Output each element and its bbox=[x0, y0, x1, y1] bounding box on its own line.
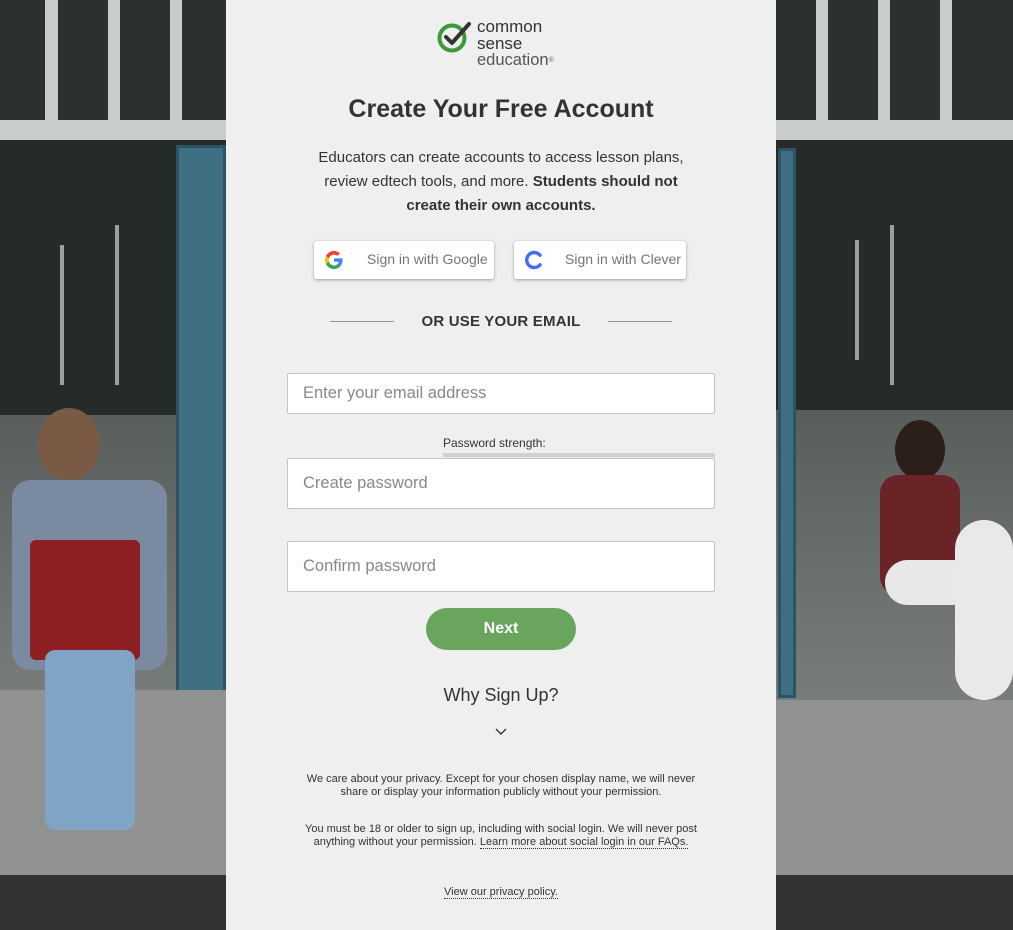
registered-mark: ® bbox=[548, 57, 554, 64]
privacy-note: We care about your privacy. Except for y… bbox=[306, 773, 696, 798]
create-password-input[interactable] bbox=[287, 458, 715, 509]
logo-line-education: education bbox=[477, 51, 549, 69]
window-right bbox=[776, 0, 1013, 140]
age-note: You must be 18 or older to sign up, incl… bbox=[301, 823, 701, 849]
intro-text: Educators can create accounts to access … bbox=[301, 146, 701, 218]
child-right-head bbox=[895, 420, 945, 480]
divider-line-right bbox=[608, 321, 672, 322]
why-sign-up-toggle[interactable]: Why Sign Up? bbox=[226, 685, 776, 706]
checkmark-circle-icon bbox=[437, 22, 471, 53]
privacy-policy-link[interactable]: View our privacy policy. bbox=[444, 886, 558, 899]
sign-in-google-button[interactable]: Sign in with Google bbox=[314, 241, 494, 279]
clever-c-icon bbox=[525, 250, 542, 270]
divider-text: OR USE YOUR EMAIL bbox=[421, 313, 581, 330]
privacy-policy: View our privacy policy. bbox=[226, 886, 776, 899]
logo-wordmark: common sense education® bbox=[477, 18, 554, 69]
child-left-head bbox=[38, 408, 100, 480]
chevron-down-icon[interactable] bbox=[494, 727, 508, 737]
google-button-label: Sign in with Google bbox=[367, 251, 488, 267]
doorway-right bbox=[776, 140, 1013, 410]
sign-in-clever-button[interactable]: Sign in with Clever bbox=[514, 241, 686, 279]
password-strength-meter bbox=[443, 453, 715, 457]
email-input[interactable] bbox=[287, 373, 715, 414]
common-sense-education-logo[interactable]: common sense education® bbox=[437, 18, 577, 70]
logo-line-sense: sense bbox=[477, 34, 523, 53]
door-left bbox=[176, 145, 226, 700]
or-divider: OR USE YOUR EMAIL bbox=[226, 312, 776, 332]
window-left bbox=[0, 0, 226, 140]
door-right bbox=[778, 148, 796, 698]
social-login-faq-link[interactable]: Learn more about social login in our FAQ… bbox=[479, 836, 689, 849]
signup-panel: common sense education® Create Your Free… bbox=[226, 0, 776, 930]
confirm-password-input[interactable] bbox=[287, 541, 715, 592]
next-button[interactable]: Next bbox=[426, 608, 576, 650]
google-g-icon bbox=[325, 251, 343, 269]
clever-button-label: Sign in with Clever bbox=[565, 251, 681, 267]
password-strength-label: Password strength: bbox=[443, 436, 546, 450]
page-title: Create Your Free Account bbox=[348, 95, 654, 123]
logo-line-common: common bbox=[477, 17, 543, 36]
